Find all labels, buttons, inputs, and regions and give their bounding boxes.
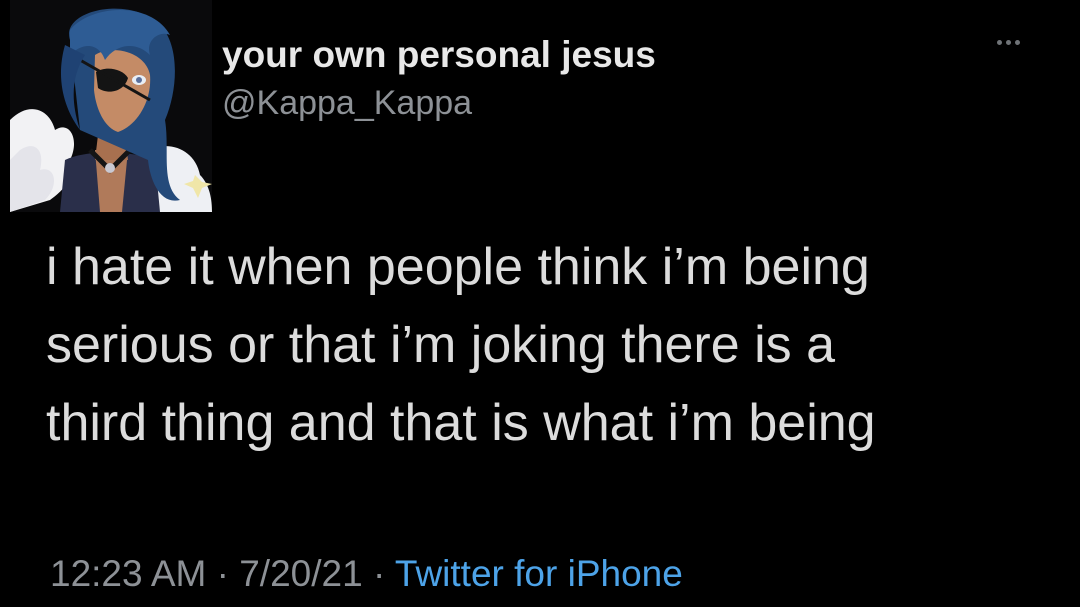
user-avatar[interactable] (10, 0, 212, 212)
tweet-time[interactable]: 12:23 AM (50, 553, 206, 594)
meta-separator: · (362, 553, 395, 594)
user-handle[interactable]: @Kappa_Kappa (222, 84, 472, 123)
display-name[interactable]: your own personal jesus (222, 34, 656, 76)
tweet-text-line: serious or that i’m joking there is a (46, 316, 836, 374)
meta-separator: · (206, 553, 240, 594)
more-horizontal-icon-dot (1005, 39, 1011, 45)
more-horizontal-icon (996, 39, 1002, 45)
more-options-button[interactable] (988, 28, 1028, 56)
tweet-text-line: third thing and that is what i’m being (46, 394, 876, 452)
tweet-card: your own personal jesus @Kappa_Kappa i h… (0, 0, 1080, 607)
tweet-source-link[interactable]: Twitter for iPhone (395, 553, 683, 594)
more-horizontal-icon-dot (1014, 39, 1020, 45)
anime-character-avatar-icon (10, 0, 212, 212)
tweet-text-line: i hate it when people think i’m being (46, 238, 870, 296)
tweet-metadata: 12:23 AM · 7/20/21 · Twitter for iPhone (50, 553, 683, 595)
tweet-text: i hate it when people think i’m being se… (46, 228, 1046, 462)
tweet-date[interactable]: 7/20/21 (239, 553, 362, 594)
